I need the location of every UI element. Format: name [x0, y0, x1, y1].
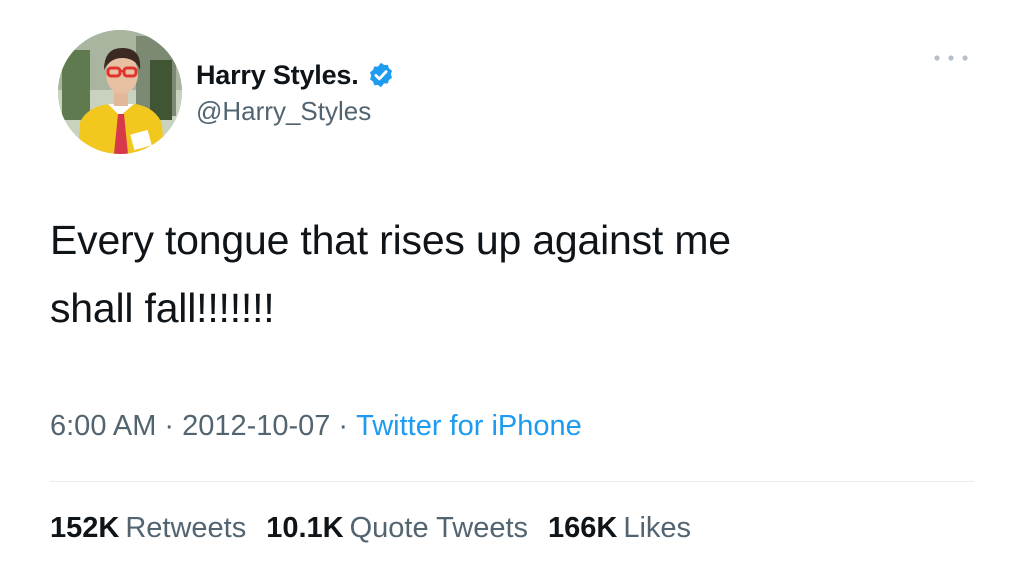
retweets-count: 152K [50, 512, 120, 544]
tweet-meta: 6:00 AM · 2012-10-07 · Twitter for iPhone [50, 410, 582, 443]
tweet-stats: 152K Retweets 10.1K Quote Tweets 166K Likes [50, 512, 711, 545]
likes-label: Likes [623, 512, 692, 544]
tweet-source-link[interactable]: Twitter for iPhone [356, 410, 582, 442]
likes-stat[interactable]: 166K Likes [548, 512, 691, 545]
avatar[interactable] [58, 30, 182, 154]
avatar-photo [58, 30, 182, 154]
author-info: Harry Styles. @Harry_Styles [196, 58, 395, 127]
tweet-text: Every tongue that rises up against me sh… [50, 217, 731, 331]
quote-tweets-label: Quote Tweets [349, 512, 529, 544]
divider [50, 481, 974, 482]
user-handle[interactable]: @Harry_Styles [196, 96, 395, 127]
quote-tweets-count: 10.1K [266, 512, 344, 544]
tweet-date[interactable]: 2012-10-07 [182, 410, 330, 442]
retweets-label: Retweets [125, 512, 247, 544]
quote-tweets-stat[interactable]: 10.1K Quote Tweets [266, 512, 528, 545]
verified-badge-icon [367, 61, 395, 89]
display-name[interactable]: Harry Styles. [196, 60, 359, 91]
retweets-stat[interactable]: 152K Retweets [50, 512, 246, 545]
likes-count: 166K [548, 512, 618, 544]
more-options-icon[interactable] [928, 46, 974, 70]
meta-separator: · [164, 410, 175, 442]
tweet-time[interactable]: 6:00 AM [50, 410, 156, 442]
author-name-row: Harry Styles. [196, 58, 395, 92]
tweet-card: Harry Styles. @Harry_Styles Every tongue… [0, 0, 1024, 572]
meta-separator: · [338, 410, 349, 442]
